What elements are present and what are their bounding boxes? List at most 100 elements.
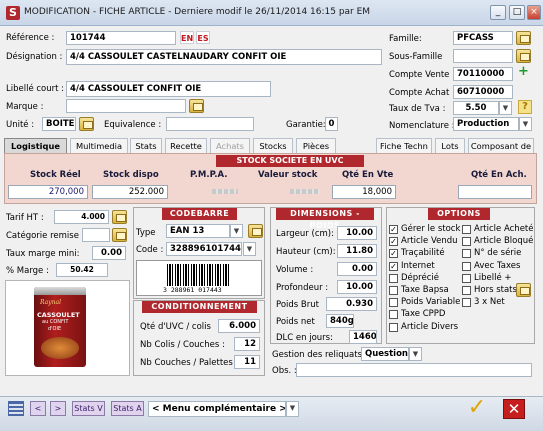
tab-recette[interactable]: Recette — [165, 138, 207, 153]
tab-stats[interactable]: Stats — [130, 138, 162, 153]
next-button[interactable]: > — [50, 401, 66, 416]
unite-folder-icon[interactable] — [79, 117, 94, 131]
volume-input[interactable]: 0.00 — [337, 262, 377, 276]
option-checkbox[interactable] — [389, 286, 398, 295]
tab-achats[interactable]: Achats — [210, 138, 250, 153]
menu-complementaire-select[interactable]: < Menu complémentaire > — [148, 401, 286, 417]
sousfamille-folder-icon[interactable] — [516, 49, 531, 63]
marque-input[interactable] — [66, 99, 186, 113]
famille-folder-icon[interactable] — [516, 31, 531, 45]
tva-select[interactable]: 5.50 — [453, 101, 499, 115]
qte-ach-value — [458, 185, 532, 199]
option-checkbox[interactable] — [389, 273, 398, 283]
obs-input[interactable] — [296, 363, 532, 377]
option-checkbox[interactable]: ✓ — [389, 249, 398, 259]
barcode-folder-icon[interactable] — [248, 224, 263, 238]
profondeur-input[interactable]: 10.00 — [337, 280, 377, 294]
option-checkbox[interactable] — [389, 310, 398, 320]
nomenclature-select[interactable]: Production — [453, 117, 519, 131]
unite-input[interactable]: BOITE — [42, 117, 76, 131]
dlc-input[interactable]: 1460 — [349, 330, 377, 344]
reference-input[interactable]: 101744 — [66, 31, 176, 45]
tarif-folder-icon[interactable] — [112, 210, 127, 224]
option-checkbox[interactable]: ✓ — [389, 261, 398, 271]
sousfamille-input[interactable] — [453, 49, 513, 63]
close-button[interactable]: × — [527, 5, 541, 20]
couches-input[interactable]: 11 — [234, 355, 260, 369]
libelle-plus-folder-icon[interactable] — [516, 283, 531, 297]
taux-marge-input[interactable]: 0.00 — [92, 246, 126, 260]
option-checkbox[interactable] — [389, 298, 398, 308]
prev-button[interactable]: < — [30, 401, 46, 416]
option-checkbox[interactable] — [462, 237, 471, 247]
options-header: OPTIONS — [428, 208, 490, 220]
obs-label: Obs. : — [272, 366, 297, 376]
tab-fiche-techn[interactable]: Fiche Techn — [376, 138, 432, 153]
marque-folder-icon[interactable] — [189, 99, 204, 113]
option-label: Gérer le stock — [401, 224, 461, 234]
designation-input[interactable]: 4/4 CASSOULET CASTELNAUDARY CONFIT OIE — [66, 49, 382, 65]
lang-en-button[interactable]: EN — [180, 31, 194, 44]
tab-stocks[interactable]: Stocks — [253, 138, 293, 153]
list-icon[interactable] — [8, 401, 24, 416]
option-label: Avec Taxes — [474, 260, 521, 271]
menu-dropdown-icon[interactable]: ▼ — [286, 401, 299, 417]
option-checkbox[interactable] — [462, 298, 471, 308]
tva-dropdown-icon[interactable]: ▼ — [499, 101, 512, 115]
marge-label: % Marge : — [6, 266, 49, 276]
pmpa-header: P.M.P.A. — [190, 170, 228, 180]
poids-brut-input[interactable]: 0.930 — [326, 297, 377, 311]
option-checkbox[interactable] — [389, 322, 398, 332]
tarif-input[interactable]: 4.000 — [54, 210, 109, 224]
option-checkbox[interactable] — [462, 286, 471, 295]
largeur-label: Largeur (cm): — [276, 229, 334, 239]
stats-a-button[interactable]: Stats A — [111, 401, 144, 416]
categorie-remise-input[interactable] — [82, 228, 110, 242]
minimize-button[interactable]: _ — [490, 5, 506, 20]
option-label: Article Vendu — [401, 236, 458, 247]
tab-composant-de[interactable]: Composant de — [468, 138, 534, 153]
option-label: Poids Variable — [401, 297, 461, 308]
barcode-type-select[interactable]: EAN 13 — [166, 224, 230, 238]
barcode-type-dropdown-icon[interactable]: ▼ — [230, 224, 243, 238]
barcode-code-dropdown-icon[interactable]: ▼ — [243, 242, 256, 256]
add-compte-icon[interactable]: + — [517, 65, 530, 79]
colis-label: Nb Colis / Couches : — [140, 340, 225, 350]
barcode-code-input[interactable]: 3288961017443 — [166, 242, 242, 256]
option-checkbox[interactable] — [462, 225, 471, 234]
compte-vente-input[interactable]: 70110000 — [453, 67, 513, 81]
stats-v-button[interactable]: Stats V — [72, 401, 105, 416]
poids-net-input[interactable]: 840g — [326, 314, 354, 328]
option-checkbox[interactable] — [462, 249, 471, 259]
colis-input[interactable]: 12 — [234, 337, 260, 351]
nomenclature-dropdown-icon[interactable]: ▼ — [519, 117, 532, 131]
famille-input[interactable]: PFCASS — [453, 31, 513, 45]
tab-logistique[interactable]: Logistique — [4, 138, 67, 153]
tab-pieces[interactable]: Pièces — [296, 138, 336, 153]
tab-multimedia[interactable]: Multimedia — [70, 138, 128, 153]
help-icon[interactable]: ? — [518, 100, 532, 114]
equivalence-input[interactable] — [166, 117, 254, 131]
categorie-folder-icon[interactable] — [112, 228, 127, 242]
option-checkbox[interactable]: ✓ — [389, 225, 398, 234]
tab-lots[interactable]: Lots — [435, 138, 465, 153]
reliquats-select[interactable]: Question — [361, 347, 409, 361]
option-checkbox[interactable]: ✓ — [389, 237, 398, 247]
option-checkbox[interactable] — [462, 261, 471, 271]
validate-check-icon[interactable]: ✓ — [466, 397, 488, 420]
libelle-input[interactable]: 4/4 CASSOULET CONFIT OIE — [66, 81, 271, 97]
lang-es-button[interactable]: ES — [196, 31, 210, 44]
maximize-button[interactable]: □ — [509, 5, 525, 20]
option-label: Article Acheté — [474, 224, 534, 234]
profondeur-label: Profondeur : — [276, 283, 329, 293]
cancel-x-icon[interactable]: ✕ — [503, 399, 525, 419]
largeur-input[interactable]: 10.00 — [337, 226, 377, 240]
option-label: 3 x Net — [474, 297, 505, 308]
garantie-input[interactable]: 0 — [325, 117, 338, 131]
reliquats-dropdown-icon[interactable]: ▼ — [409, 347, 422, 361]
compte-achat-input[interactable]: 60710000 — [453, 85, 513, 99]
option-checkbox[interactable] — [462, 273, 471, 283]
hauteur-input[interactable]: 11.80 — [337, 244, 377, 258]
compte-achat-label: Compte Achat : — [389, 88, 455, 98]
uvc-input[interactable]: 6.000 — [218, 319, 260, 333]
